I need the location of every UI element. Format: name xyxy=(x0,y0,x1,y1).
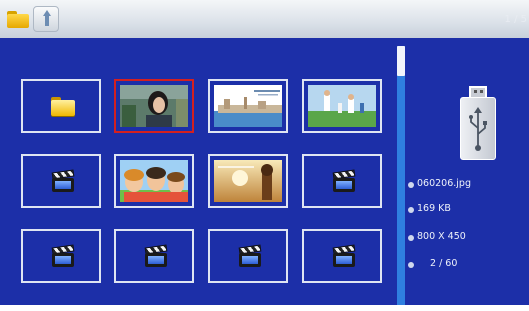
bullet-icon xyxy=(408,207,414,213)
scrollbar-track[interactable] xyxy=(397,46,405,311)
film-icon xyxy=(51,169,75,193)
resolution-text: 800 X 450 xyxy=(417,231,466,242)
film-icon xyxy=(238,244,262,268)
grid-item-photo[interactable] xyxy=(302,79,382,133)
info-resolution: 800 X 450 xyxy=(406,231,526,247)
grid-item-video[interactable] xyxy=(302,154,382,208)
grid-item-video[interactable] xyxy=(302,229,382,283)
film-icon xyxy=(51,244,75,268)
folder-icon xyxy=(51,97,75,117)
scrollbar-thumb[interactable] xyxy=(397,46,405,76)
grid-item-photo[interactable] xyxy=(208,154,288,208)
up-arrow-icon[interactable] xyxy=(33,6,59,32)
grid-item-video[interactable] xyxy=(114,229,194,283)
page-indicator: 1 / 5 xyxy=(504,14,527,25)
info-filename: 060206.jpg xyxy=(406,178,526,194)
position-text: 2 / 60 xyxy=(430,258,458,269)
media-browser-screen: 1 / 5 060206.jpg 169 KB 800 X 450 2 / 60 xyxy=(0,0,529,311)
grid-item-folder[interactable] xyxy=(21,79,101,133)
grid-item-video[interactable] xyxy=(21,229,101,283)
bullet-icon xyxy=(408,262,414,268)
folder-icon[interactable] xyxy=(5,6,31,32)
top-toolbar: 1 / 5 xyxy=(0,0,529,38)
filesize-text: 169 KB xyxy=(417,203,451,214)
grid-item-photo-selected[interactable] xyxy=(114,79,194,133)
bullet-icon xyxy=(408,182,414,188)
grid-item-video[interactable] xyxy=(208,229,288,283)
film-icon xyxy=(332,244,356,268)
photo-thumbnail xyxy=(120,85,188,127)
grid-item-photo[interactable] xyxy=(114,154,194,208)
photo-thumbnail xyxy=(120,160,188,202)
info-filesize: 169 KB xyxy=(406,203,526,219)
film-icon xyxy=(144,244,168,268)
usb-drive-icon xyxy=(460,86,496,160)
bottom-border xyxy=(0,305,529,311)
filename-text: 060206.jpg xyxy=(417,178,471,189)
photo-thumbnail xyxy=(308,85,376,127)
photo-thumbnail xyxy=(214,160,282,202)
info-position: 2 / 60 xyxy=(406,258,526,274)
grid-item-video[interactable] xyxy=(21,154,101,208)
bullet-icon xyxy=(408,235,414,241)
photo-thumbnail xyxy=(214,85,282,127)
film-icon xyxy=(332,169,356,193)
grid-item-photo[interactable] xyxy=(208,79,288,133)
